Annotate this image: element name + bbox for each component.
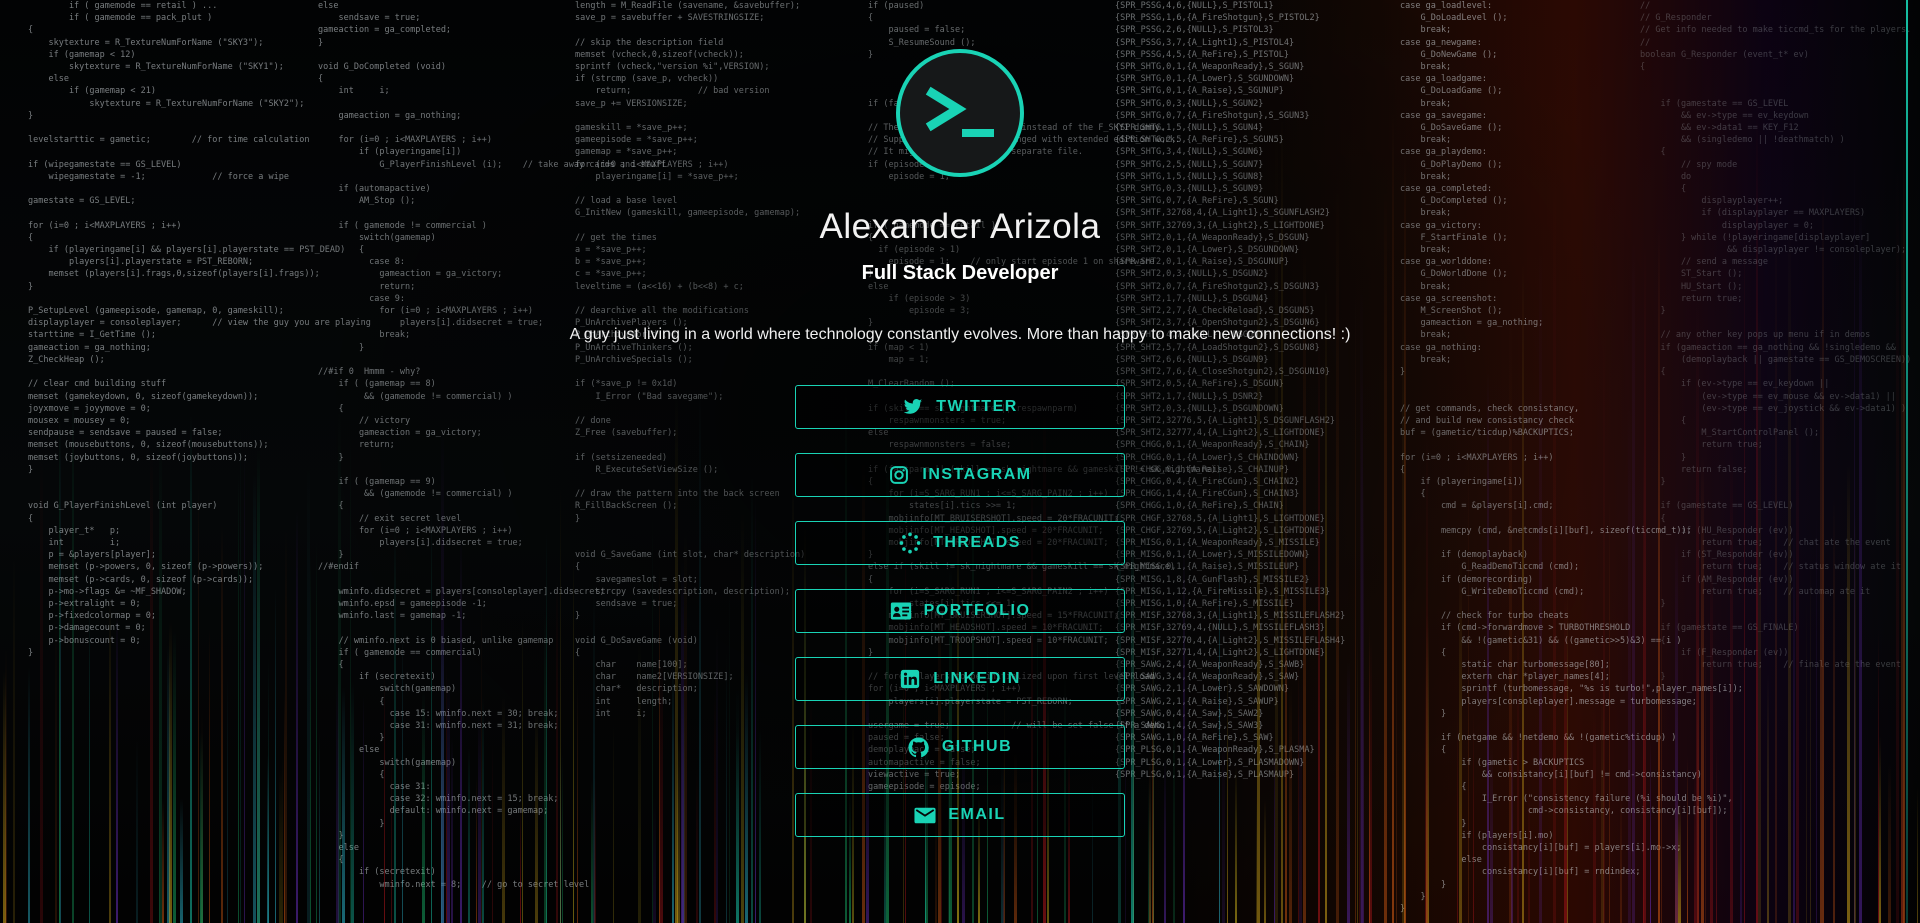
- instagram-icon: [888, 464, 910, 486]
- threads-icon: [899, 532, 921, 554]
- social-links: TWITTER INSTAGRAM THREADS PORTFOLIO LINK…: [795, 385, 1125, 861]
- instagram-button[interactable]: INSTAGRAM: [795, 453, 1125, 497]
- portfolio-button[interactable]: PORTFOLIO: [795, 589, 1125, 633]
- terminal-prompt-icon: [925, 86, 994, 137]
- linkedin-icon: [899, 668, 921, 690]
- github-icon: [908, 736, 930, 758]
- portfolio-label: PORTFOLIO: [923, 602, 1031, 619]
- profile-card: Alexander Arizola Full Stack Developer A…: [0, 0, 1920, 923]
- instagram-label: INSTAGRAM: [922, 466, 1032, 483]
- linkedin-label: LINKEDIN: [933, 670, 1021, 687]
- avatar: [896, 49, 1024, 177]
- email-label: EMAIL: [948, 806, 1006, 823]
- twitter-label: TWITTER: [936, 398, 1018, 415]
- twitter-button[interactable]: TWITTER: [795, 385, 1125, 429]
- threads-button[interactable]: THREADS: [795, 521, 1125, 565]
- github-label: GITHUB: [941, 738, 1013, 755]
- github-button[interactable]: GITHUB: [795, 725, 1125, 769]
- linkedin-button[interactable]: LINKEDIN: [795, 657, 1125, 701]
- portfolio-icon: [890, 600, 912, 622]
- profile-name: Alexander Arizola: [819, 207, 1101, 246]
- twitter-icon: [902, 396, 924, 418]
- profile-bio: A guy just living in a world where techn…: [569, 326, 1351, 343]
- email-icon: [914, 804, 936, 826]
- email-button[interactable]: EMAIL: [795, 793, 1125, 837]
- profile-title: Full Stack Developer: [861, 262, 1059, 284]
- threads-label: THREADS: [933, 534, 1021, 551]
